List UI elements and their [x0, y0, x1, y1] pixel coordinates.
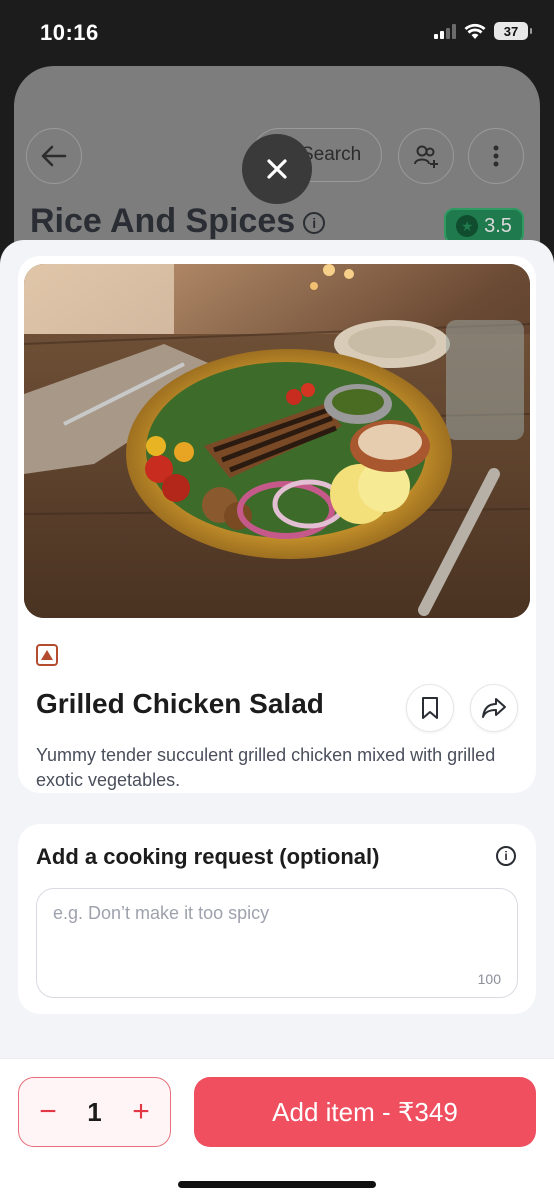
share-button[interactable]	[470, 684, 518, 732]
quantity-value: 1	[87, 1096, 102, 1127]
cooking-request-input[interactable]	[37, 889, 517, 997]
non-veg-marker-icon	[36, 644, 58, 666]
cooking-request-field: 100	[36, 888, 518, 998]
bookmark-button[interactable]	[406, 684, 454, 732]
more-options-button[interactable]	[468, 128, 524, 184]
cooking-request-card: Add a cooking request (optional) i 100	[18, 824, 536, 1014]
more-vertical-icon	[493, 145, 499, 167]
restaurant-name: Rice And Spices	[30, 202, 296, 240]
cellular-signal-icon	[434, 23, 456, 39]
info-icon[interactable]: i	[496, 846, 516, 866]
char-limit: 100	[477, 971, 501, 987]
decrement-button[interactable]: −	[35, 1097, 61, 1127]
share-icon	[482, 698, 506, 718]
increment-button[interactable]: +	[128, 1097, 154, 1127]
close-icon	[267, 159, 287, 179]
cooking-request-title: Add a cooking request (optional)	[36, 844, 380, 869]
star-icon: ★	[456, 215, 479, 237]
battery-icon: 37	[494, 22, 532, 40]
back-button[interactable]	[26, 128, 82, 184]
restaurant-title: Rice And Spices i	[30, 202, 326, 241]
close-button[interactable]	[242, 134, 312, 204]
add-item-button[interactable]: Add item - ₹349	[194, 1077, 536, 1147]
quantity-stepper: − 1 +	[18, 1077, 171, 1147]
home-indicator	[178, 1181, 376, 1188]
dish-photo	[24, 264, 530, 618]
arrow-left-icon	[41, 145, 67, 167]
bottom-action-bar: − 1 + Add item - ₹349	[0, 1058, 554, 1200]
dish-description: Yummy tender succulent grilled chicken m…	[36, 745, 496, 790]
add-item-label: Add item - ₹349	[272, 1096, 458, 1127]
status-icons: 37	[434, 22, 532, 40]
wifi-icon	[464, 23, 486, 39]
dish-card: Grilled Chicken Salad Yummy tender succu…	[18, 256, 536, 793]
dish-name: Grilled Chicken Salad	[36, 688, 324, 719]
add-people-icon	[414, 145, 438, 168]
dish-bottom-sheet: Grilled Chicken Salad Yummy tender succu…	[0, 240, 554, 1200]
info-icon: i	[303, 212, 326, 235]
rating-badge: ★ 3.5	[444, 208, 524, 244]
group-order-button[interactable]	[398, 128, 454, 184]
rating-value: 3.5	[484, 214, 512, 237]
status-bar: 10:16 37	[0, 0, 554, 64]
status-time: 10:16	[40, 20, 99, 45]
bookmark-icon	[422, 697, 438, 719]
